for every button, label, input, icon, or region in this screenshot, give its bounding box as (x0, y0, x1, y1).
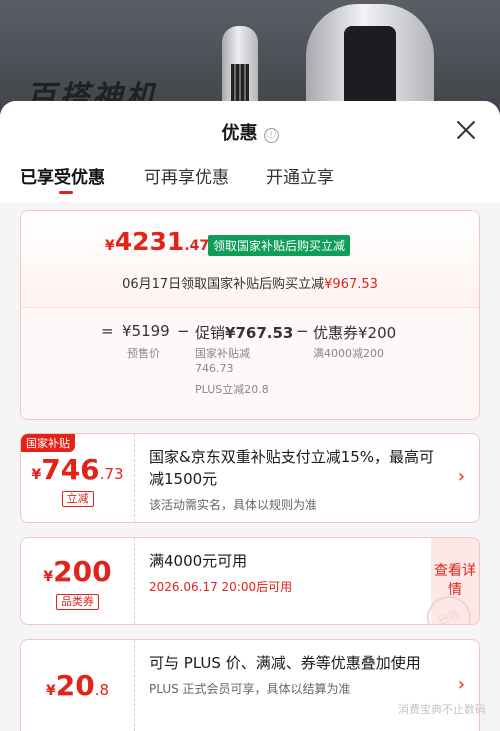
coupon-category[interactable]: ¥200 品类券 满4000元可用 2026.06.17 20:00后可用 查看… (20, 537, 480, 625)
tab-indicator (59, 191, 73, 194)
coupon-subsidy[interactable]: 国家补贴 ¥746.73 立减 国家&京东双重补贴支付立减15%，最高可减150… (20, 433, 480, 523)
coupon-sub: 满4000减200 (313, 347, 384, 360)
sheet-header: 优惠 ⓘ (0, 101, 500, 163)
coupon-type-tag: 立减 (61, 491, 94, 507)
coupon-value: ¥746.73 (31, 453, 124, 486)
coupon-title: 国家&京东双重补贴支付立减15%，最高可减1500元 (149, 448, 435, 488)
coupon-desc: 该活动需实名，具体以规则为准 (149, 498, 318, 512)
subsidy-corner-tag: 国家补贴 (21, 434, 75, 452)
minus-sign: − (177, 322, 190, 340)
tab-bar: 已享受优惠 可再享优惠 开通立享 (0, 163, 500, 203)
coupon-valid-time: 2026.06.17 20:00后可用 (149, 580, 293, 594)
subsidy-tag: 领取国家补贴后购买立减 (208, 235, 351, 256)
price-summary-card: ¥4231.47 领取国家补贴后购买立减 06月17日领取国家补贴后购买立减¥9… (20, 210, 480, 420)
final-price: ¥4231.47 (105, 227, 210, 256)
tab-open[interactable]: 开通立享 (266, 163, 334, 188)
minus-sign: − (296, 322, 309, 340)
promo-sub-subsidy: 国家补贴减 746.73 (195, 347, 250, 375)
discount-sheet: 优惠 ⓘ 已享受优惠 可再享优惠 开通立享 ¥4231.47 领取国家补贴后购买立… (0, 101, 500, 731)
tab-more[interactable]: 可再享优惠 (144, 163, 229, 188)
watermark: 消费宝典不止数码 (398, 703, 486, 716)
coupon-amount: 优惠券¥200 (313, 324, 397, 342)
presale-price: ¥5199 (122, 322, 170, 340)
promo-sub-plus: PLUS立减20.8 (195, 383, 269, 396)
sheet-title: 优惠 ⓘ (0, 119, 500, 145)
coupon-plus[interactable]: ¥20.8 可与 PLUS 价、满减、券等优惠叠加使用 PLUS 正式会员可享，… (20, 639, 480, 731)
tab-enjoyed[interactable]: 已享受优惠 (20, 163, 105, 188)
promo-amount: 促销¥767.53 (195, 324, 294, 342)
coupon-value: ¥200 (43, 555, 112, 588)
equals-sign: = (101, 322, 114, 340)
coupon-desc: PLUS 正式会员可享，具体以结算为准 (149, 682, 351, 696)
summary-line: 06月17日领取国家补贴后购买立减¥967.53 (122, 277, 378, 292)
coupon-title: 可与 PLUS 价、满减、券等优惠叠加使用 (149, 654, 421, 672)
coupon-title: 满4000元可用 (149, 552, 248, 570)
close-icon[interactable] (456, 120, 476, 140)
info-icon[interactable]: ⓘ (263, 128, 279, 143)
chevron-right-icon[interactable]: › (458, 674, 465, 695)
coupon-value: ¥20.8 (45, 669, 110, 702)
presale-label: 预售价 (127, 347, 160, 360)
price-breakdown: = ¥5199 预售价 − 促销¥767.53 国家补贴减 746.73 PLUS… (21, 307, 479, 419)
chevron-right-icon[interactable]: › (458, 466, 465, 487)
coupon-type-tag: 品类券 (56, 594, 99, 610)
